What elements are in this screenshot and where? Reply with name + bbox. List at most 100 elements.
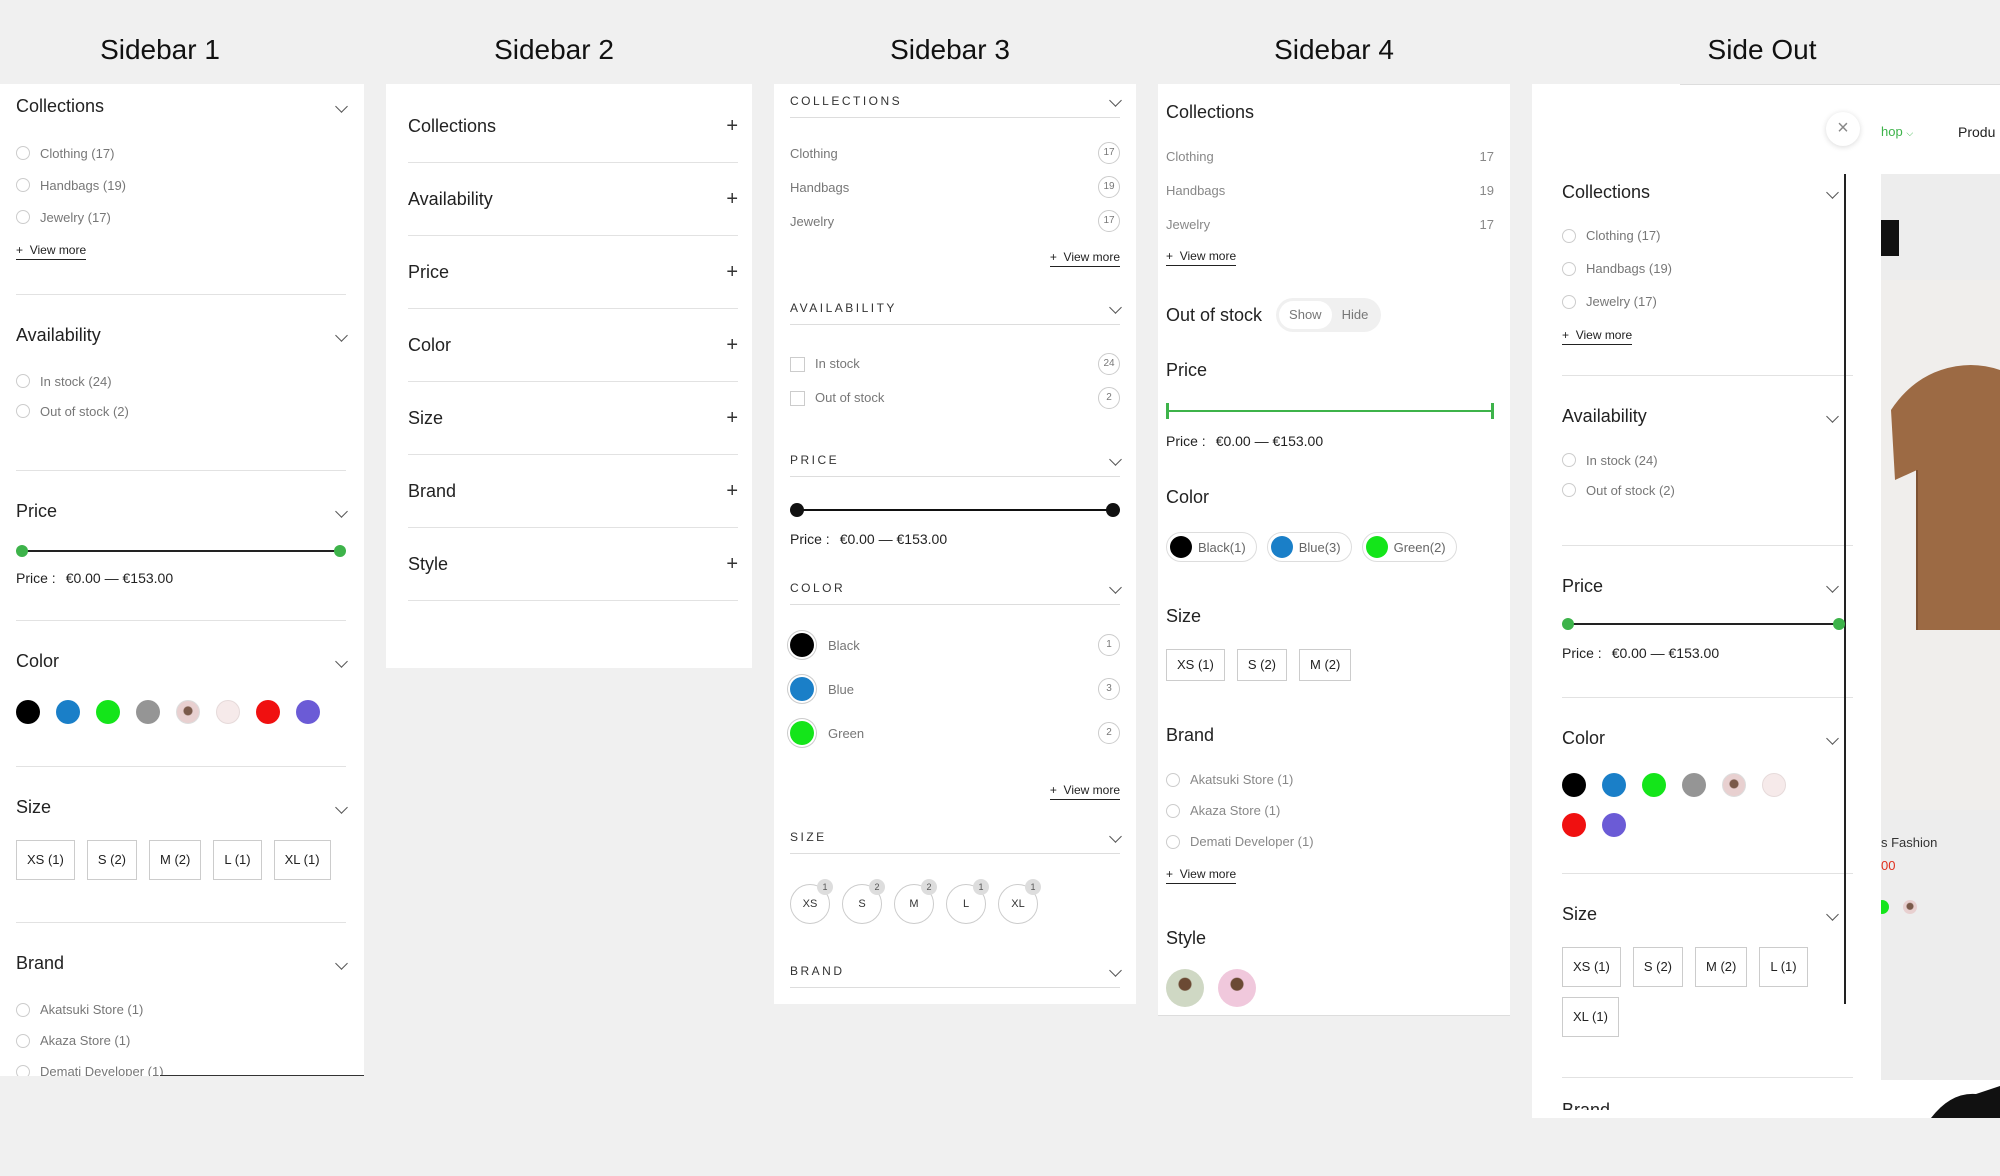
color-swatch-gray[interactable] [1682, 773, 1706, 797]
price-slider-max-handle[interactable] [334, 545, 346, 557]
availability-option[interactable]: In stock (24) [1562, 445, 1865, 475]
availability-header[interactable]: Availability [1562, 406, 1865, 427]
brand-option[interactable]: Akatsuki Store (1) [1166, 764, 1494, 795]
color-swatch-black[interactable] [1562, 773, 1586, 797]
price-slider-max-handle[interactable] [1833, 618, 1845, 630]
size-option[interactable]: XL (1) [1562, 997, 1619, 1037]
color-option-green[interactable]: Green 2 [790, 711, 1120, 755]
collection-option[interactable]: Jewelry (17) [1562, 285, 1865, 318]
accordion-collections[interactable]: Collections + [408, 84, 738, 163]
toggle-show[interactable]: Show [1279, 301, 1332, 329]
collection-option[interactable]: Handbags 19 [1166, 173, 1494, 207]
size-option[interactable]: S (2) [1236, 649, 1288, 681]
collection-option[interactable]: Jewelry 17 [790, 204, 1120, 238]
size-option[interactable]: S (2) [86, 840, 138, 880]
style-swatch[interactable] [1166, 969, 1204, 1007]
brand-option[interactable]: Demati Developer (1) [1166, 826, 1494, 857]
color-swatch-pattern[interactable] [1903, 900, 1917, 914]
collection-option[interactable]: Handbags (19) [16, 169, 346, 201]
collection-option[interactable]: Clothing (17) [16, 137, 346, 169]
size-option[interactable]: XL 1 [998, 879, 1041, 924]
price-slider-min-handle[interactable] [16, 545, 28, 557]
collection-option[interactable]: Jewelry (17) [16, 201, 346, 233]
price-slider-max-handle[interactable] [1491, 403, 1494, 419]
stock-toggle[interactable]: Show Hide [1276, 298, 1382, 332]
size-header[interactable]: SIZE [790, 820, 1122, 854]
view-more-link[interactable]: + View more [1166, 867, 1237, 884]
size-option[interactable]: M (2) [1695, 947, 1748, 987]
panel-scrollbar[interactable] [1844, 174, 1846, 1004]
size-option[interactable]: S2 [842, 879, 885, 924]
availability-option[interactable]: Out of stock 2 [790, 381, 1120, 415]
color-header[interactable]: Color [1562, 728, 1865, 749]
collections-header[interactable]: COLLECTIONS [790, 84, 1122, 118]
brand-option[interactable]: Akatsuki Store (1) [16, 994, 346, 1025]
accordion-size[interactable]: Size + [408, 382, 738, 455]
view-more-link[interactable]: + View more [1562, 328, 1633, 345]
color-swatch-purple[interactable] [296, 700, 320, 724]
size-option[interactable]: XS (1) [16, 840, 75, 880]
collection-option[interactable]: Clothing 17 [790, 136, 1120, 170]
collection-option[interactable]: Clothing 17 [1166, 139, 1494, 173]
color-swatch-green[interactable] [96, 700, 120, 724]
price-header[interactable]: Price [1166, 360, 1494, 381]
toggle-hide[interactable]: Hide [1332, 301, 1379, 329]
size-option[interactable]: M (2) [149, 840, 202, 880]
accordion-style[interactable]: Style + [408, 528, 738, 601]
color-swatch-blush[interactable] [216, 700, 240, 724]
color-pill-black[interactable]: Black(1) [1166, 532, 1257, 562]
accordion-brand[interactable]: Brand + [408, 455, 738, 528]
color-swatch-green[interactable] [1881, 900, 1889, 914]
color-option-black[interactable]: Black 1 [790, 623, 1120, 667]
size-option[interactable]: XS (1) [1562, 947, 1621, 987]
size-option[interactable]: XS 1 [790, 879, 833, 924]
availability-option[interactable]: Out of stock (2) [1562, 475, 1865, 505]
accordion-availability[interactable]: Availability + [408, 163, 738, 236]
collections-header[interactable]: Collections [1166, 102, 1494, 123]
nav-products-link[interactable]: Produ [1958, 124, 1995, 140]
price-slider[interactable] [790, 503, 1120, 517]
color-swatch-pattern[interactable] [176, 700, 200, 724]
price-header[interactable]: PRICE [790, 443, 1122, 477]
size-header[interactable]: Size [16, 797, 348, 818]
size-option[interactable]: M (2) [1299, 649, 1352, 681]
color-swatch-black[interactable] [16, 700, 40, 724]
collection-option[interactable]: Handbags (19) [1562, 252, 1865, 285]
nav-shop-link[interactable]: hop ⌵ [1881, 124, 1913, 139]
brand-header[interactable]: Brand [16, 953, 348, 974]
color-header[interactable]: COLOR [790, 571, 1122, 605]
price-slider[interactable] [1166, 403, 1494, 419]
accordion-color[interactable]: Color + [408, 309, 738, 382]
brand-option[interactable]: Akaza Store (1) [16, 1025, 346, 1056]
style-swatch[interactable] [1218, 969, 1256, 1007]
view-more-link[interactable]: + View more [1166, 249, 1237, 266]
availability-option[interactable]: In stock (24) [16, 366, 346, 396]
size-header[interactable]: Size [1562, 904, 1865, 925]
color-header[interactable]: Color [16, 651, 348, 672]
collection-option[interactable]: Handbags 19 [790, 170, 1120, 204]
view-more-link[interactable]: + View more [1049, 250, 1120, 267]
collection-option[interactable]: Clothing (17) [1562, 219, 1865, 252]
color-header[interactable]: Color [1166, 487, 1494, 508]
collections-header[interactable]: Collections [16, 96, 348, 117]
price-slider[interactable] [1562, 617, 1845, 631]
view-more-link[interactable]: + View more [16, 243, 87, 260]
price-slider-min-handle[interactable] [1562, 618, 1574, 630]
color-swatch-blue[interactable] [1602, 773, 1626, 797]
size-option[interactable]: L (1) [1759, 947, 1808, 987]
price-slider-min-handle[interactable] [1166, 403, 1169, 419]
availability-header[interactable]: AVAILABILITY [790, 291, 1122, 325]
size-header[interactable]: Size [1166, 606, 1494, 627]
size-option[interactable]: L (1) [213, 840, 262, 880]
collection-option[interactable]: Jewelry 17 [1166, 207, 1494, 241]
availability-option[interactable]: Out of stock (2) [16, 396, 346, 426]
style-header[interactable]: Style [1166, 928, 1494, 949]
price-slider-min-handle[interactable] [790, 503, 804, 517]
size-option[interactable]: L1 [946, 879, 989, 924]
color-swatch-gray[interactable] [136, 700, 160, 724]
price-slider[interactable] [16, 544, 346, 558]
size-option[interactable]: S (2) [1632, 947, 1684, 987]
size-option[interactable]: XS (1) [1166, 649, 1225, 681]
size-option[interactable]: XL (1) [273, 840, 331, 880]
color-swatch-purple[interactable] [1602, 813, 1626, 837]
